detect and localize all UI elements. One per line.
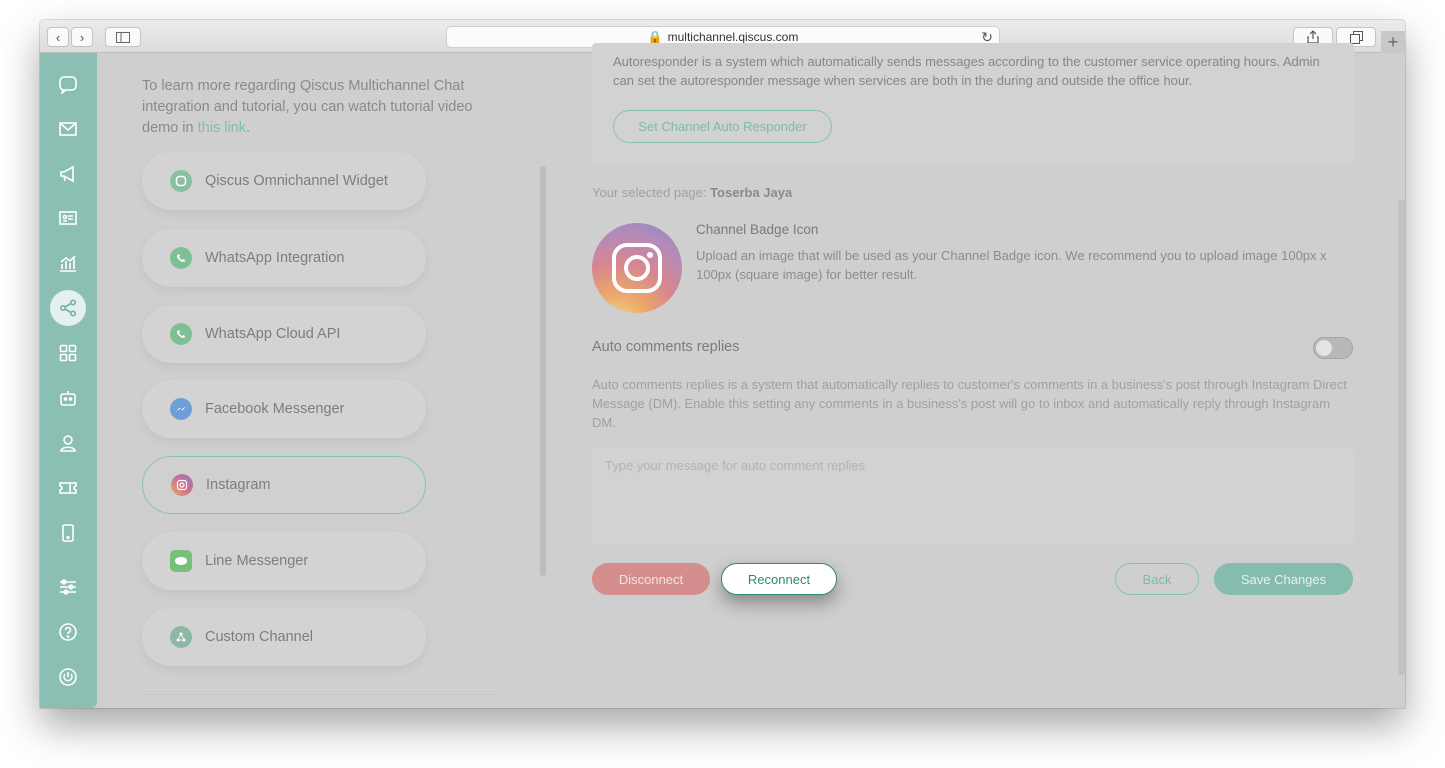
channel-label: Instagram (206, 477, 271, 493)
channel-badge-title: Channel Badge Icon (696, 222, 819, 237)
new-tab-button[interactable]: + (1381, 31, 1405, 53)
save-changes-button[interactable]: Save Changes (1214, 563, 1353, 595)
channel-facebook-messenger[interactable]: Facebook Messenger (142, 380, 426, 438)
selected-page-label: Your selected page: (592, 185, 707, 200)
autoresponder-description: Autoresponder is a system which automati… (613, 54, 1320, 88)
megaphone-icon[interactable] (50, 156, 86, 192)
selected-page: Your selected page: Toserba Jaya (592, 185, 792, 200)
channel-instagram[interactable]: Instagram (142, 456, 426, 514)
set-auto-responder-button[interactable]: Set Channel Auto Responder (613, 110, 832, 143)
toggle-knob (1316, 340, 1332, 356)
chevron-left-icon[interactable]: ‹ (47, 27, 69, 47)
apps-grid-icon[interactable] (50, 335, 86, 371)
help-icon[interactable] (50, 614, 86, 650)
instagram-logo-icon (612, 243, 662, 293)
disconnect-button[interactable]: Disconnect (592, 563, 710, 595)
autoresponder-card: Autoresponder is a system which automati… (592, 43, 1354, 164)
auto-comments-description: Auto comments replies is a system that a… (592, 377, 1347, 430)
sidebar-nav (40, 53, 90, 708)
contact-card-icon[interactable] (50, 200, 86, 236)
sidebar-edge (90, 53, 97, 708)
messenger-icon (170, 398, 192, 420)
channel-label: WhatsApp Integration (205, 250, 345, 266)
integration-intro: To learn more regarding Qiscus Multichan… (142, 76, 492, 139)
url-text: multichannel.qiscus.com (667, 30, 799, 44)
power-icon[interactable] (50, 659, 86, 695)
channel-badge-description: Upload an image that will be used as you… (696, 248, 1327, 282)
browser-window: ‹ › 🔒 multichannel.qiscus.com ↻ + To lea… (40, 20, 1405, 708)
bot-icon[interactable] (50, 380, 86, 416)
channel-label: WhatsApp Cloud API (205, 326, 341, 342)
intro-text: To learn more regarding Qiscus Multichan… (142, 78, 473, 136)
channel-label: Line Messenger (205, 553, 309, 569)
tutorial-link[interactable]: this link (198, 120, 246, 136)
app-content: To learn more regarding Qiscus Multichan… (40, 43, 1398, 708)
channel-badge-image[interactable] (592, 223, 682, 313)
selected-page-value: Toserba Jaya (710, 185, 793, 200)
qiscus-widget-icon (170, 170, 192, 192)
custom-channel-icon (170, 626, 192, 648)
channel-custom-channel[interactable]: Custom Channel (142, 608, 426, 666)
auto-comment-message-input[interactable] (592, 448, 1354, 544)
reconnect-button[interactable]: Reconnect (721, 563, 837, 595)
instagram-icon (171, 474, 193, 496)
channel-label: Qiscus Omnichannel Widget (205, 173, 388, 189)
instagram-settings-panel: Autoresponder is a system which automati… (592, 43, 1354, 708)
analytics-icon[interactable] (50, 245, 86, 281)
line-icon (170, 550, 192, 572)
channel-label: Facebook Messenger (205, 401, 345, 417)
chat-bubble-icon[interactable] (50, 66, 86, 102)
intro-suffix: . (245, 120, 251, 136)
chevron-right-icon[interactable]: › (71, 27, 93, 47)
mobile-icon[interactable] (50, 515, 86, 551)
settings-sliders-icon[interactable] (50, 569, 86, 605)
lock-icon: 🔒 (647, 30, 663, 44)
channel-list-panel: To learn more regarding Qiscus Multichan… (140, 53, 546, 708)
auto-comments-title: Auto comments replies (592, 339, 740, 355)
sidebar-toggle-icon[interactable] (105, 27, 141, 47)
channel-whatsapp-integration[interactable]: WhatsApp Integration (142, 229, 426, 287)
agent-icon[interactable] (50, 425, 86, 461)
mail-icon[interactable] (50, 111, 86, 147)
channel-whatsapp-cloud-api[interactable]: WhatsApp Cloud API (142, 305, 426, 363)
channel-line-messenger[interactable]: Line Messenger (142, 532, 426, 590)
channel-label: Custom Channel (205, 629, 313, 645)
divider (142, 694, 496, 695)
whatsapp-icon (170, 323, 192, 345)
ticket-icon[interactable] (50, 470, 86, 506)
share-nodes-icon[interactable] (50, 290, 86, 326)
whatsapp-icon (170, 247, 192, 269)
auto-comments-toggle[interactable] (1313, 337, 1353, 359)
page-scrollbar[interactable] (1398, 200, 1405, 675)
channel-list-scrollbar[interactable] (540, 166, 546, 576)
channel-qiscus-widget[interactable]: Qiscus Omnichannel Widget (142, 152, 426, 210)
back-button[interactable]: Back (1115, 563, 1199, 595)
